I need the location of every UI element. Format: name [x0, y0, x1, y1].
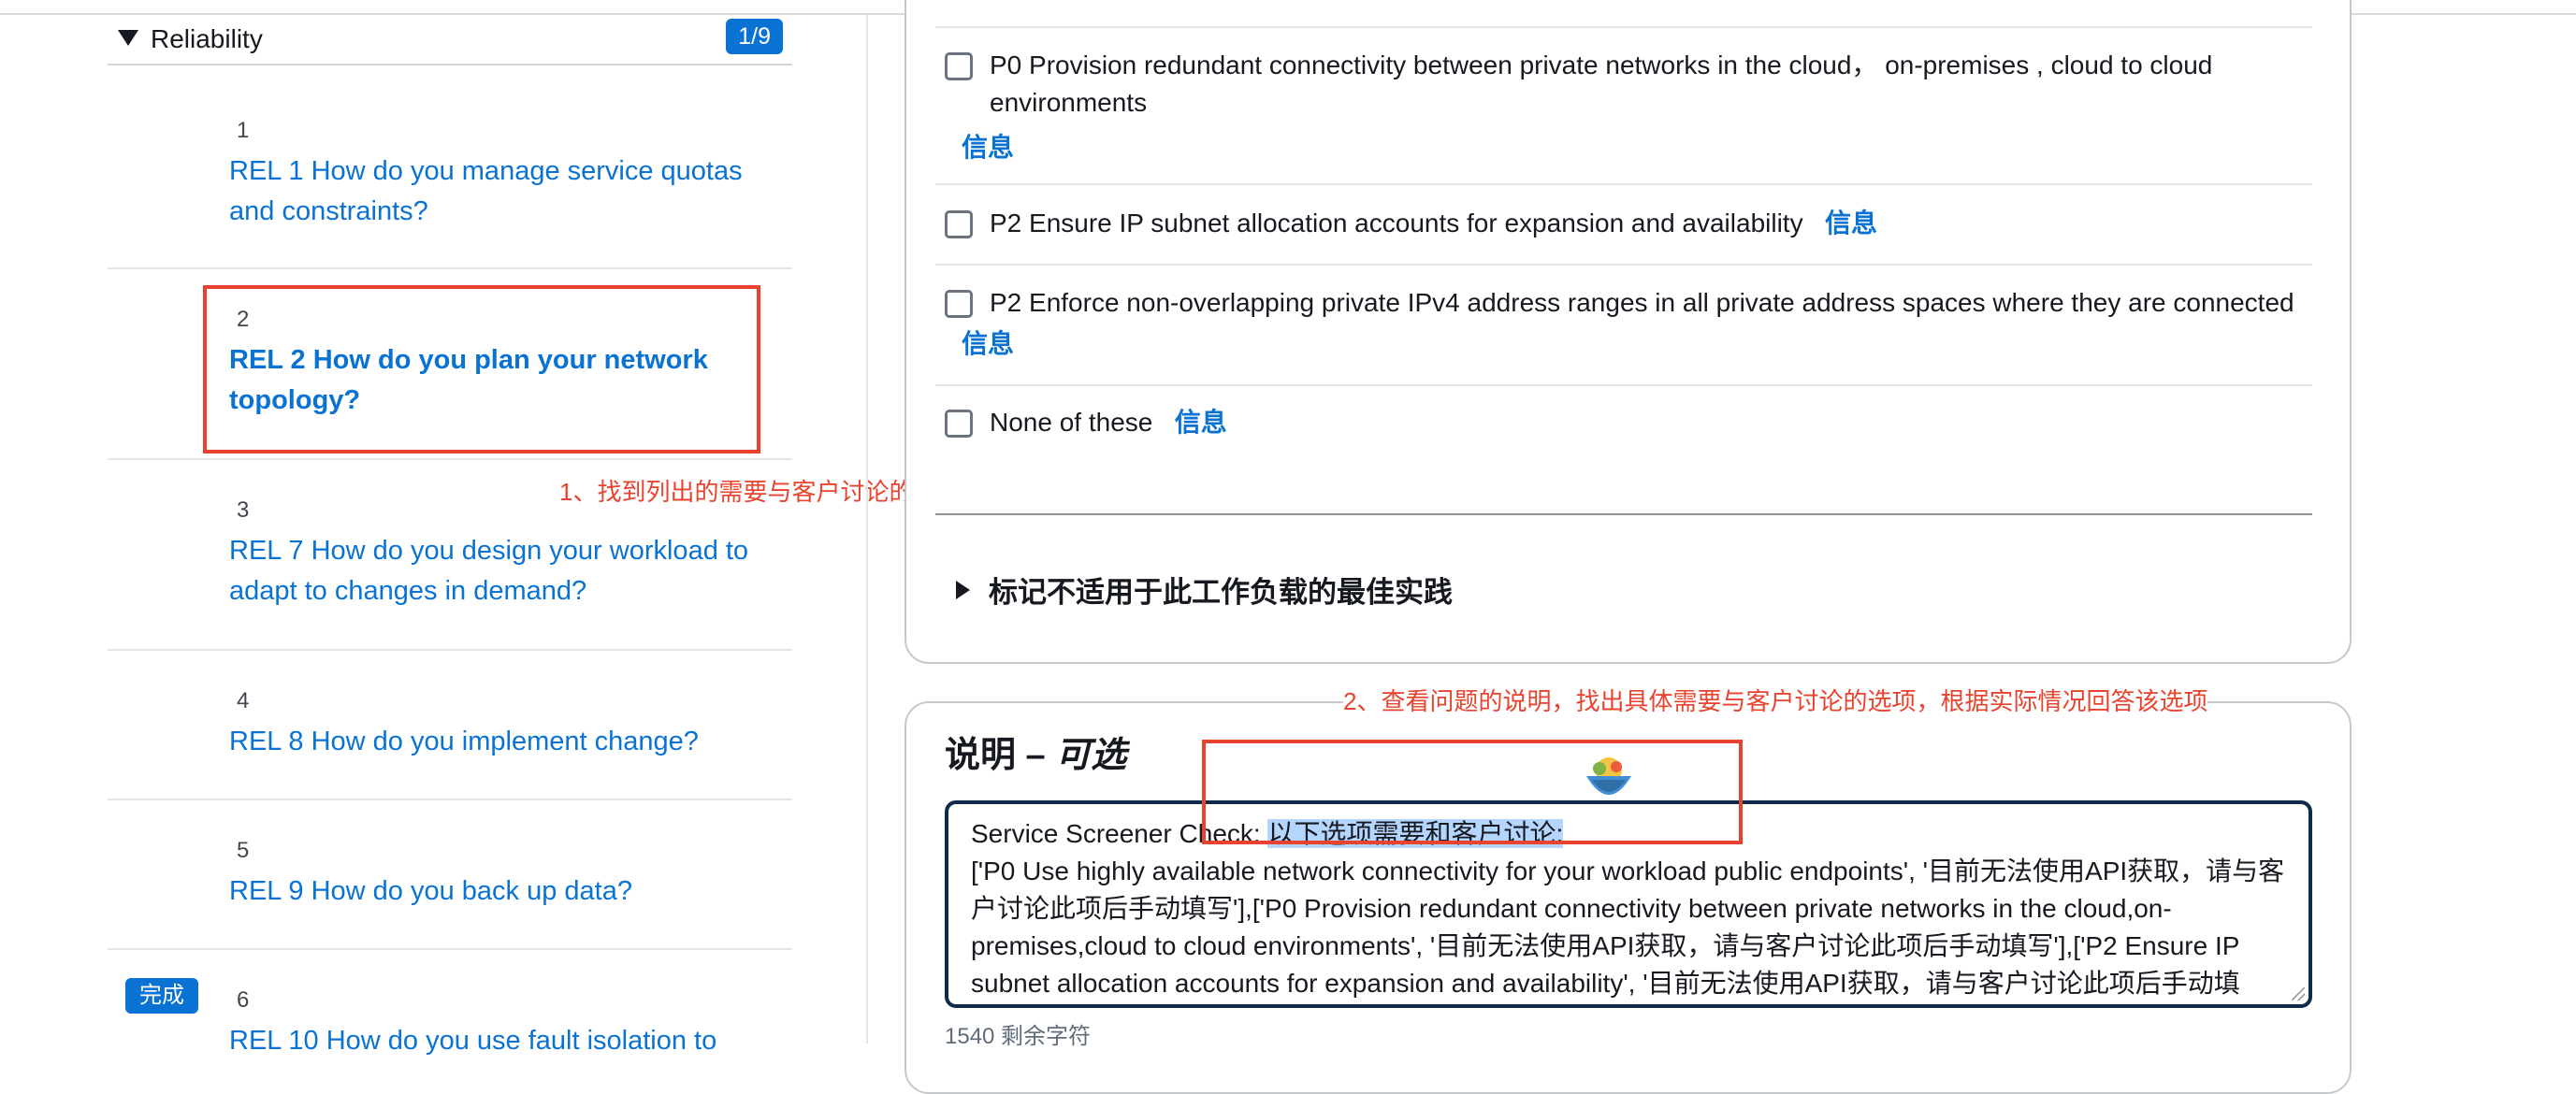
question-item[interactable]: 1 REL 1 How do you manage service quotas… [108, 65, 792, 269]
column-divider [866, 15, 868, 1044]
question-item[interactable]: 5 REL 9 How do you back up data? [108, 800, 792, 950]
question-link[interactable]: REL 7 How do you design your workload to… [229, 531, 772, 612]
choice-label: P2 Enforce non-overlapping private IPv4 … [990, 288, 2294, 317]
choice-option[interactable]: P0 Provision redundant connectivity betw… [945, 50, 2310, 165]
checkbox[interactable] [945, 52, 973, 80]
notes-optional-label: 可选 [1055, 736, 1127, 775]
choice-label: P2 Ensure IP subnet allocation accounts … [990, 209, 1803, 238]
question-link[interactable]: REL 1 How do you manage service quotas a… [229, 151, 772, 232]
question-number: 5 [237, 838, 250, 863]
question-number: 3 [237, 497, 250, 523]
question-number: 4 [237, 688, 250, 713]
remaining-characters: 1540 剩余字符 [945, 1024, 1092, 1049]
section-divider [935, 513, 2312, 515]
not-applicable-label: 标记不适用于此工作负载的最佳实践 [989, 576, 1453, 609]
choice-option[interactable]: None of these 信息 [945, 408, 2310, 451]
choice-label: None of these [990, 408, 1153, 437]
question-navigation: Reliability 1/9 1 REL 1 How do you manag… [108, 15, 792, 1062]
resize-handle[interactable] [2292, 987, 2305, 1000]
choice-label-row: P2 Ensure IP subnet allocation accounts … [990, 205, 1877, 242]
checkbox[interactable] [945, 210, 973, 238]
annotation-highlight-box [1202, 740, 1743, 844]
choice-option[interactable]: P2 Enforce non-overlapping private IPv4 … [945, 288, 2310, 365]
info-link[interactable]: 信息 [962, 324, 1014, 361]
annotation-highlight-box [203, 285, 760, 453]
caret-down-icon [118, 30, 138, 46]
option-divider [935, 183, 2312, 185]
choice-label-continued: environments [990, 88, 1148, 117]
choice-label: P0 Provision redundant connectivity betw… [990, 50, 2213, 79]
question-link[interactable]: REL 10 How do you use fault isolation to [229, 1021, 772, 1061]
pillar-section-header[interactable]: Reliability 1/9 [108, 15, 792, 65]
question-number: 6 [237, 987, 250, 1013]
annotation-step1: 1、找到列出的需要与客户讨论的问题 [559, 478, 962, 506]
question-link[interactable]: REL 8 How do you implement change? [229, 722, 772, 762]
option-divider [935, 384, 2312, 386]
not-applicable-expander[interactable]: 标记不适用于此工作负载的最佳实践 [956, 574, 1453, 612]
annotation-step2: 2、查看问题的说明，找出具体需要与客户讨论的选项，根据实际情况回答该选项 [1343, 683, 2208, 717]
info-link[interactable]: 信息 [962, 127, 1014, 165]
question-number: 1 [237, 118, 250, 143]
answered-count-badge: 1/9 [726, 19, 783, 54]
option-divider [935, 26, 2312, 28]
checkbox[interactable] [945, 410, 973, 438]
question-item[interactable]: 4 REL 8 How do you implement change? [108, 651, 792, 800]
notes-text-body: ['P0 Use highly available network connec… [971, 856, 2285, 998]
info-link[interactable]: 信息 [1825, 209, 1877, 238]
completed-badge: 完成 [125, 978, 198, 1014]
question-link[interactable]: REL 9 How do you back up data? [229, 871, 772, 912]
notes-heading: 说明 – 可选 [945, 731, 1126, 780]
choice-option[interactable]: P2 Ensure IP subnet allocation accounts … [945, 209, 2310, 252]
choice-label-row: None of these 信息 [990, 404, 1227, 441]
question-item[interactable]: 完成 6 REL 10 How do you use fault isolati… [108, 950, 792, 1062]
option-divider [935, 264, 2312, 266]
caret-right-icon [956, 581, 970, 599]
notes-heading-label: 说明 – [945, 736, 1046, 775]
checkbox[interactable] [945, 290, 973, 318]
info-link[interactable]: 信息 [1175, 408, 1227, 437]
food-bowl-icon [1586, 757, 1631, 795]
pillar-title: Reliability [151, 24, 263, 53]
